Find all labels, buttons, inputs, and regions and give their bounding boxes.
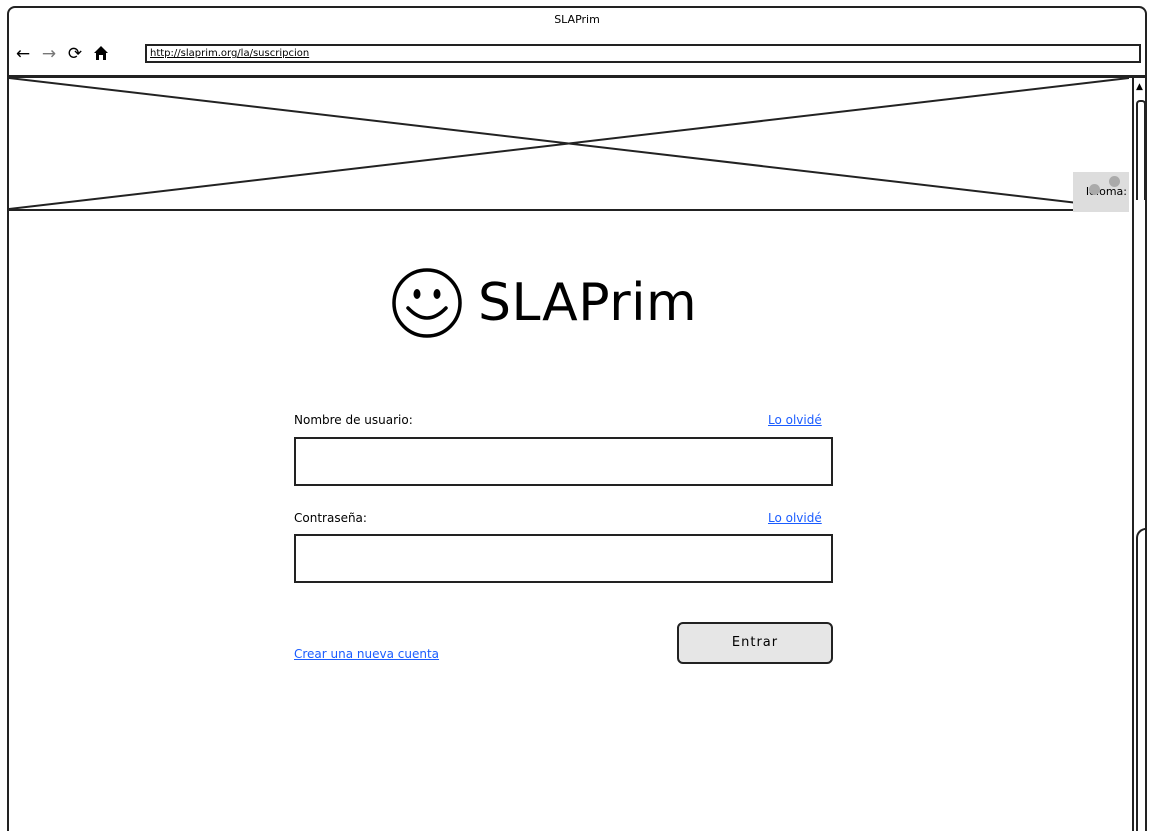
scroll-track-top — [1136, 100, 1145, 200]
create-account-link[interactable]: Crear una nueva cuenta — [294, 647, 439, 661]
smiley-icon — [392, 268, 462, 338]
username-input[interactable] — [294, 437, 833, 486]
forward-arrow-icon[interactable]: → — [39, 41, 59, 67]
radio-option-icon[interactable] — [1089, 184, 1100, 195]
forgot-username-link[interactable]: Lo olvidé — [768, 413, 822, 427]
home-icon[interactable] — [91, 41, 111, 67]
site-logo: SLAPrim — [390, 263, 697, 343]
back-arrow-icon[interactable]: ← — [13, 41, 33, 67]
vertical-scrollbar[interactable]: ▲ — [1132, 78, 1145, 831]
browser-window: SLAPrim ← → ⟳ http://slaprim.org/la/susc… — [7, 6, 1147, 831]
login-button[interactable]: Entrar — [677, 622, 833, 664]
logo-text: SLAPrim — [478, 273, 698, 333]
password-label: Contraseña: — [294, 511, 367, 525]
url-input[interactable]: http://slaprim.org/la/suscripcion — [145, 44, 1141, 63]
window-title: SLAPrim — [554, 13, 600, 26]
scroll-thumb[interactable] — [1136, 528, 1145, 831]
scroll-up-arrow-icon[interactable]: ▲ — [1136, 82, 1143, 92]
reload-icon[interactable]: ⟳ — [65, 41, 85, 67]
header-image-placeholder — [9, 78, 1129, 211]
browser-navbar: ← → ⟳ http://slaprim.org/la/suscripcion — [9, 38, 1145, 78]
password-input[interactable] — [294, 534, 833, 583]
radio-option-icon[interactable] — [1109, 176, 1120, 187]
username-label: Nombre de usuario: — [294, 413, 413, 427]
forgot-password-link[interactable]: Lo olvidé — [768, 511, 822, 525]
placeholder-cross-icon — [9, 78, 1129, 209]
language-selector[interactable]: Idioma: — [1073, 172, 1129, 212]
